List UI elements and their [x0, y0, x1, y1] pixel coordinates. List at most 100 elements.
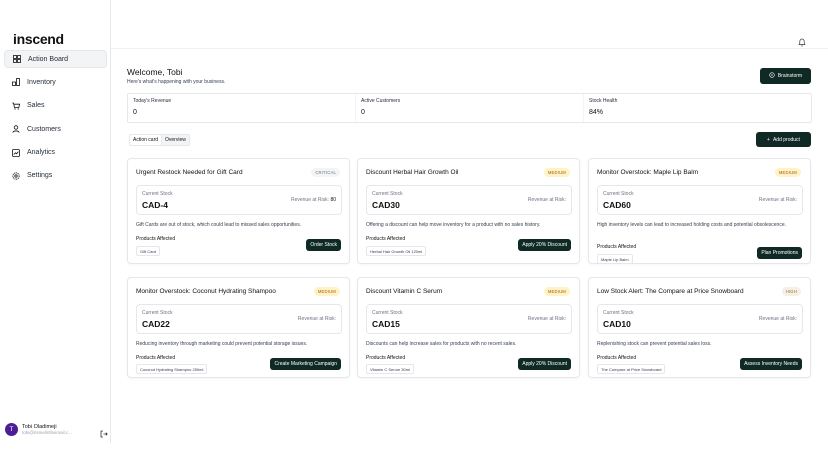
user-profile[interactable]: T Tobi Oladimeji tobi@rismelintlsemail.c…	[5, 420, 108, 438]
tab-action-card[interactable]: Action card	[130, 135, 161, 145]
action-card: Monitor Overstock: Maple Lip Balm MEDIUM…	[588, 158, 811, 264]
stock-value: CAD22	[142, 319, 170, 329]
stock-value: CAD-4	[142, 200, 168, 210]
stat-label: Active Customers	[361, 98, 401, 104]
stats-bar: Today's Revenue 0 Active Customers 0 Sto…	[127, 93, 812, 123]
products-affected-label: Products Affected	[136, 236, 176, 242]
revenue-at-risk: Revenue at Risk:	[759, 316, 797, 322]
card-description: Gift Cards are out of stock, which could…	[136, 222, 302, 228]
stat-label: Stock Health	[589, 98, 618, 104]
logout-icon[interactable]	[100, 425, 108, 438]
priority-badge: MEDIUM	[543, 168, 570, 177]
card-description: Replenishing stock can prevent potential…	[597, 341, 712, 347]
card-description: Discounts can help increase sales for pr…	[366, 341, 517, 347]
card-title: Low Stock Alert: The Compare at Price Sn…	[597, 288, 744, 295]
brainstorm-label: Brainstorm	[777, 73, 803, 79]
stat-active-customers: Active Customers 0	[355, 94, 583, 122]
top-bar	[111, 0, 828, 49]
lightbulb-icon	[769, 72, 775, 80]
priority-badge: MEDIUM	[313, 287, 340, 296]
chart-icon	[12, 148, 20, 157]
product-chip: Gift Card	[136, 246, 161, 256]
grid-icon	[13, 55, 21, 63]
brainstorm-button[interactable]: Brainstorm	[760, 68, 811, 84]
stat-value: 0	[133, 109, 137, 116]
card-action-button[interactable]: Apply 20% Discount	[518, 358, 571, 370]
products-affected-label: Products Affected	[597, 244, 637, 250]
risk-label: Revenue at Risk:	[758, 197, 797, 203]
products-affected-label: Products Affected	[366, 355, 406, 361]
inventory-icon	[12, 78, 20, 87]
sidebar-item-settings[interactable]: Settings	[4, 167, 107, 185]
sidebar-item-label: Sales	[27, 102, 45, 110]
stock-box: Current Stock CAD30 Revenue at Risk:	[366, 185, 572, 215]
card-action-button[interactable]: Create Marketing Campaign	[270, 358, 341, 370]
card-action-button[interactable]: Assess Inventory Needs	[740, 358, 802, 370]
add-product-label: Add product	[772, 136, 800, 143]
stock-value: CAD15	[372, 319, 400, 329]
stat-value: 0	[361, 109, 365, 116]
card-title: Monitor Overstock: Maple Lip Balm	[597, 169, 699, 176]
card-action-button[interactable]: Apply 20% Discount	[518, 239, 571, 251]
stock-box: Current Stock CAD-4 Revenue at Risk: 80	[136, 185, 342, 215]
sidebar-item-label: Inventory	[27, 78, 56, 86]
sidebar-item-sales[interactable]: Sales	[4, 97, 107, 115]
risk-label: Revenue at Risk:	[758, 316, 797, 322]
card-description: High inventory levels can lead to increa…	[597, 222, 787, 228]
risk-label: Revenue at Risk:	[527, 316, 566, 322]
card-title: Discount Vitamin C Serum	[366, 288, 443, 295]
sidebar-item-action-board[interactable]: Action Board	[4, 50, 107, 68]
sidebar-item-label: Customers	[27, 125, 61, 133]
users-icon	[12, 125, 20, 133]
bell-icon[interactable]	[798, 34, 806, 47]
stock-value: CAD30	[372, 200, 400, 210]
risk-value: 80	[330, 197, 336, 203]
user-info: Tobi Oladimeji tobi@rismelintlsemail.c..…	[22, 424, 82, 435]
add-product-button[interactable]: + Add product	[756, 132, 811, 147]
view-tabs: Action card Overview	[129, 134, 190, 146]
risk-label: Revenue at Risk:	[527, 197, 566, 203]
risk-label: Revenue at Risk:	[290, 197, 330, 203]
card-title: Discount Herbal Hair Growth Oil	[366, 169, 459, 176]
user-email: tobi@rismelintlsemail.c...	[22, 429, 72, 435]
sidebar-item-label: Settings	[27, 172, 53, 180]
risk-label: Revenue at Risk:	[297, 316, 336, 322]
action-card: Discount Vitamin C Serum MEDIUM Current …	[357, 277, 580, 378]
products-affected-label: Products Affected	[366, 236, 406, 242]
product-chip: Maple Lip Balm	[597, 254, 633, 264]
products-affected-label: Products Affected	[136, 355, 176, 361]
stock-label: Current Stock	[372, 191, 403, 197]
stock-label: Current Stock	[603, 310, 634, 316]
priority-badge: CRITICAL	[311, 168, 340, 177]
action-card: Discount Herbal Hair Growth Oil MEDIUM C…	[357, 158, 580, 264]
page-title: Welcome, Tobi	[127, 67, 183, 77]
tab-overview[interactable]: Overview	[161, 135, 189, 145]
avatar: T	[5, 422, 18, 436]
app-logo: inscend	[13, 31, 64, 47]
card-title: Urgent Restock Needed for Gift Card	[136, 169, 243, 176]
stock-box: Current Stock CAD15 Revenue at Risk:	[366, 304, 572, 334]
sidebar-item-customers[interactable]: Customers	[4, 120, 107, 138]
page-subtitle: Here's what's happening with your busine…	[127, 79, 226, 85]
priority-badge: HIGH	[781, 287, 801, 296]
card-action-button[interactable]: Plan Promotions	[757, 247, 802, 259]
product-chip: Coconut Hydrating Shampoo 250ml	[136, 364, 208, 374]
plus-icon: +	[767, 136, 770, 143]
sidebar-item-analytics[interactable]: Analytics	[4, 144, 107, 162]
stock-value: CAD10	[603, 319, 631, 329]
revenue-at-risk: Revenue at Risk:	[528, 197, 566, 203]
stock-box: Current Stock CAD10 Revenue at Risk:	[597, 304, 803, 334]
card-action-button[interactable]: Order Stock	[306, 239, 341, 251]
stock-label: Current Stock	[372, 310, 403, 316]
main-content: Welcome, Tobi Here's what's happening wi…	[127, 67, 812, 147]
stock-label: Current Stock	[142, 191, 173, 197]
stat-label: Today's Revenue	[133, 98, 172, 104]
products-affected-label: Products Affected	[597, 355, 637, 361]
stat-todays-revenue: Today's Revenue 0	[128, 94, 355, 122]
sidebar-item-label: Analytics	[27, 149, 56, 157]
stat-value: 84%	[589, 109, 604, 116]
card-title: Monitor Overstock: Coconut Hydrating Sha…	[136, 288, 276, 295]
stock-box: Current Stock CAD22 Revenue at Risk:	[136, 304, 342, 334]
stat-stock-health: Stock Health 84%	[583, 94, 811, 122]
sidebar-item-inventory[interactable]: Inventory	[4, 73, 107, 91]
